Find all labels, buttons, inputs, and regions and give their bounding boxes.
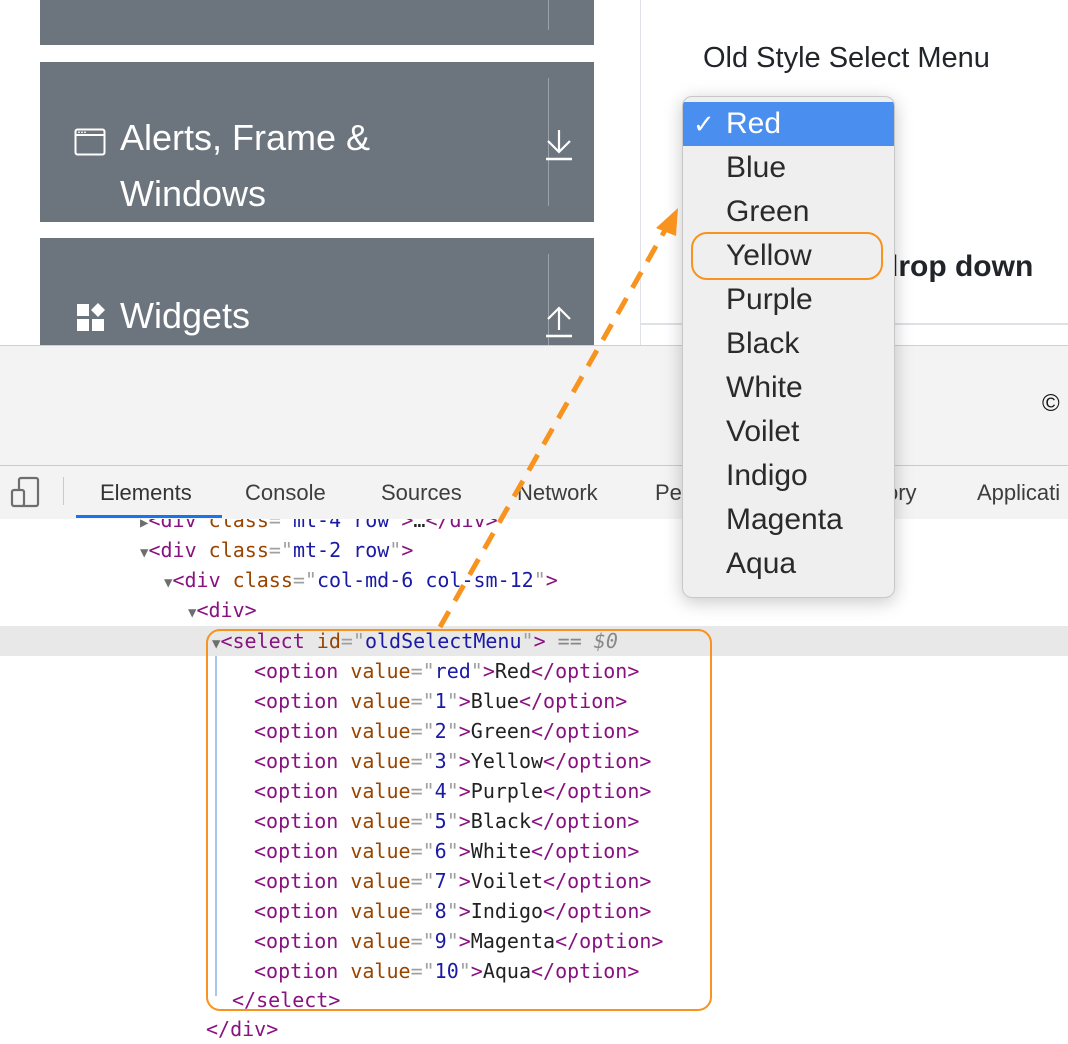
- dom-node-col[interactable]: ▼<div class="col-md-6 col-sm-12">: [164, 565, 558, 595]
- dom-node-div[interactable]: ▼<div>: [188, 595, 257, 625]
- dropdown-option-label: Blue: [726, 151, 787, 184]
- dropdown-option-label: Purple: [726, 283, 813, 316]
- dropdown-option-red[interactable]: ✓ Red: [683, 102, 894, 146]
- dropdown-option-blue[interactable]: Blue: [683, 146, 894, 190]
- dropdown-option-purple[interactable]: Purple: [683, 278, 894, 322]
- dropdown-option-green[interactable]: Green: [683, 190, 894, 234]
- dropdown-option-label: Magenta: [726, 503, 843, 536]
- dropdown-option-indigo[interactable]: Indigo: [683, 454, 894, 498]
- dropdown-option-label: Green: [726, 195, 810, 228]
- select-dropdown-list[interactable]: ✓ Red Blue Green Yellow Purple Black White Voile…: [682, 96, 895, 598]
- dropdown-option-label: Indigo: [726, 459, 808, 492]
- dropdown-option-magenta[interactable]: Magenta: [683, 498, 894, 542]
- dropdown-option-voilet[interactable]: Voilet: [683, 410, 894, 454]
- dropdown-option-label: Black: [726, 327, 800, 360]
- dropdown-option-label: Red: [726, 107, 782, 140]
- annotation-box-yellow-option: [691, 232, 883, 280]
- dom-close-div: </div>: [206, 1017, 279, 1041]
- dropdown-option-aqua[interactable]: Aqua: [683, 542, 894, 586]
- checkmark-icon: ✓: [693, 109, 715, 139]
- dropdown-option-label: Voilet: [726, 415, 800, 448]
- dom-node-collapsed[interactable]: ▶<div class="mt-4 row">…</div>: [140, 519, 498, 535]
- annotation-box-select-node: [206, 629, 712, 1011]
- dropdown-option-label: White: [726, 371, 803, 404]
- dropdown-option-black[interactable]: Black: [683, 322, 894, 366]
- dropdown-option-white[interactable]: White: [683, 366, 894, 410]
- dom-node-row[interactable]: ▼<div class="mt-2 row">: [140, 535, 413, 565]
- dropdown-option-label: Aqua: [726, 547, 797, 580]
